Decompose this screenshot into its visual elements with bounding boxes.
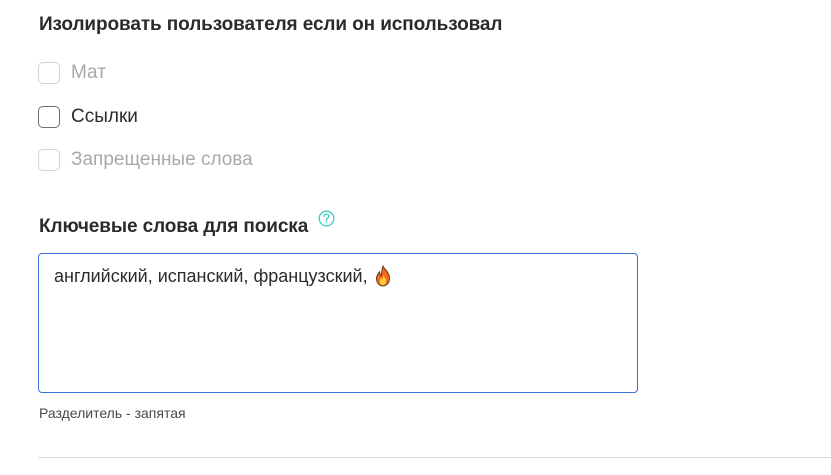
keywords-value: английский, испанский, французский, <box>54 265 368 286</box>
checkbox-banned-words-box[interactable] <box>38 149 60 171</box>
keywords-header: Ключевые слова для поиска <box>39 210 335 238</box>
keywords-hint: Разделитель - запятая <box>39 405 186 421</box>
settings-panel: Изолировать пользователя если он использ… <box>0 0 831 475</box>
checkbox-links[interactable]: Ссылки <box>38 104 138 130</box>
checkbox-banned-words-label: Запрещенные слова <box>71 149 253 170</box>
keywords-textarea-content: английский, испанский, французский, <box>54 265 622 287</box>
checkbox-mat[interactable]: Мат <box>38 60 106 86</box>
divider <box>38 457 831 458</box>
isolate-section-title: Изолировать пользователя если он использ… <box>39 14 503 35</box>
checkbox-links-label: Ссылки <box>71 106 138 127</box>
question-circle-icon[interactable] <box>318 210 335 227</box>
checkbox-mat-label: Мат <box>71 62 106 83</box>
keywords-section-title: Ключевые слова для поиска <box>39 216 309 237</box>
checkbox-banned-words[interactable]: Запрещенные слова <box>38 147 253 173</box>
checkbox-mat-box[interactable] <box>38 62 60 84</box>
fire-emoji-icon <box>375 265 390 287</box>
checkbox-links-box[interactable] <box>38 106 60 128</box>
keywords-textarea[interactable]: английский, испанский, французский, <box>38 253 638 393</box>
